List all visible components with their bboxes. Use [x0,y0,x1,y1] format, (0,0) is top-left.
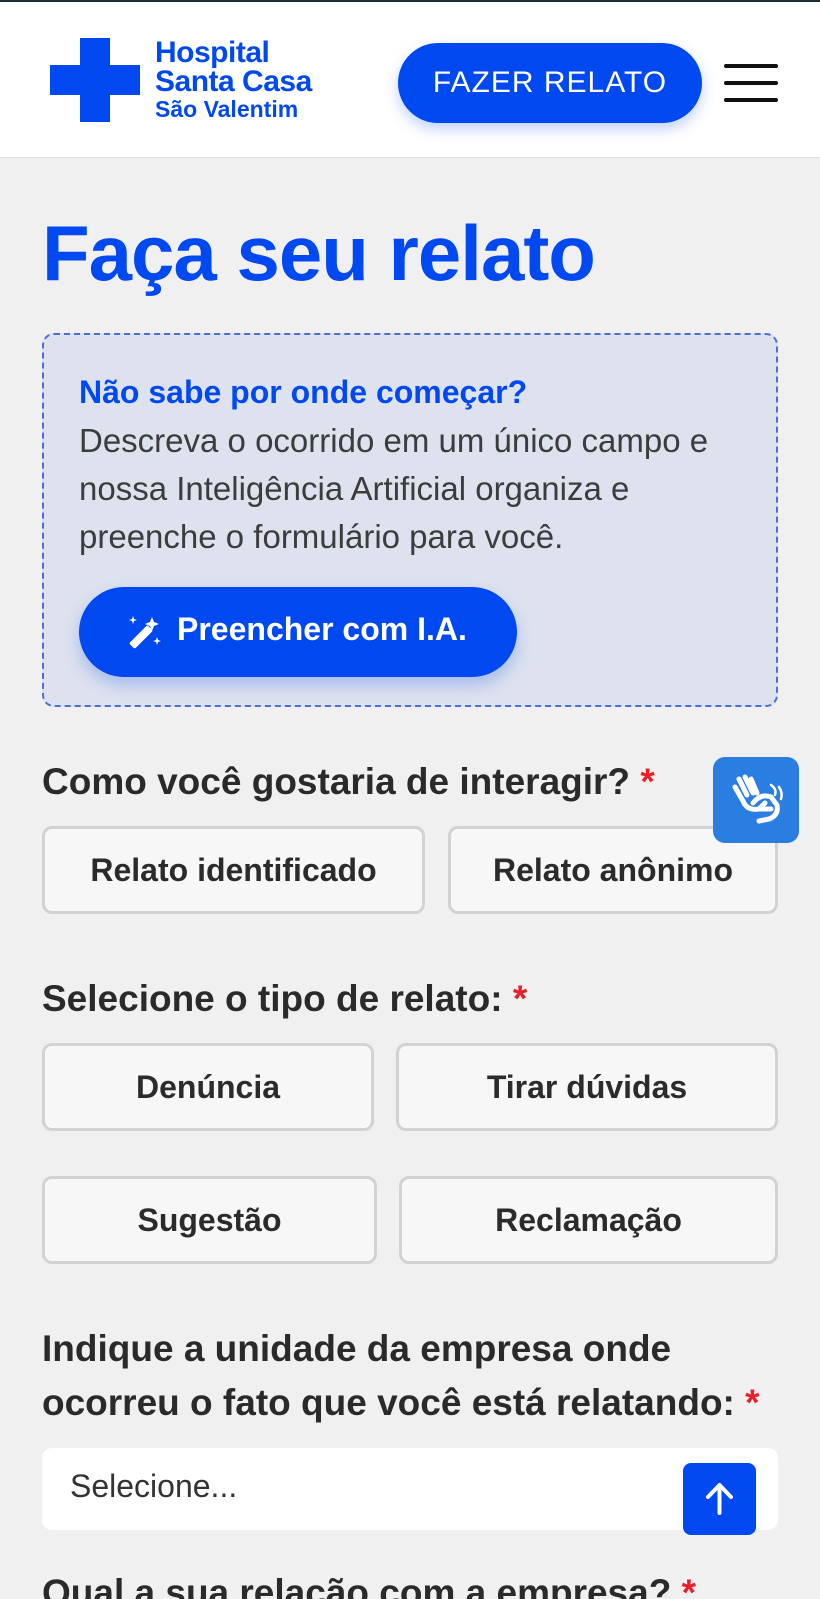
site-header: Hospital Santa Casa São Valentim FAZER R… [0,2,820,158]
unit-question: Indique a unidade da empresa onde ocorre… [42,1322,782,1430]
relation-question: Qual a sua relação com a empresa? * [42,1566,696,1599]
unit-label: Indique a unidade da empresa onde ocorre… [42,1328,735,1423]
option-reclamacao[interactable]: Reclamação [399,1176,778,1264]
option-tirar-duvidas[interactable]: Tirar dúvidas [396,1043,778,1131]
required-mark: * [745,1382,760,1423]
option-denuncia[interactable]: Denúncia [42,1043,374,1131]
report-type-question: Selecione o tipo de relato: * [42,972,527,1026]
logo-line-2: Santa Casa [155,65,312,98]
required-mark: * [512,978,528,1019]
fill-with-ai-label: Preencher com I.A. [177,611,467,647]
relation-label: Qual a sua relação com a empresa? [42,1572,672,1599]
report-type-label: Selecione o tipo de relato: [42,978,503,1019]
required-mark: * [681,1572,696,1599]
required-mark: * [640,761,655,802]
cross-icon [50,38,140,122]
scroll-to-top-button[interactable] [683,1463,756,1535]
unit-select-placeholder: Selecione... [70,1468,238,1504]
arrow-up-icon [706,1483,733,1515]
magic-wand-icon [129,616,161,649]
hamburger-menu-icon[interactable] [724,64,778,104]
page-title: Faça seu relato [42,209,596,297]
option-sugestao[interactable]: Sugestão [42,1176,377,1264]
sign-language-accessibility-button[interactable] [713,757,799,843]
logo-line-3: São Valentim [155,96,299,122]
logo-line-1: Hospital [155,36,270,69]
interaction-label: Como você gostaria de interagir? [42,761,631,802]
sign-language-hands-icon [732,774,783,824]
logo-text: Hospital Santa Casa São Valentim [155,36,312,123]
fazer-relato-button[interactable]: FAZER RELATO [398,43,702,123]
ai-help-description: Descreva o ocorrido em um único campo e … [79,422,709,555]
fill-with-ai-button[interactable]: Preencher com I.A. [79,587,517,677]
interaction-question: Como você gostaria de interagir? * [42,755,655,809]
unit-select[interactable]: Selecione... [42,1448,778,1530]
ai-help-box: Não sabe por onde começar? Descreva o oc… [42,333,778,707]
option-identified-report[interactable]: Relato identificado [42,826,425,914]
hospital-logo[interactable]: Hospital Santa Casa São Valentim [50,38,340,124]
ai-help-question: Não sabe por onde começar? [79,374,528,410]
